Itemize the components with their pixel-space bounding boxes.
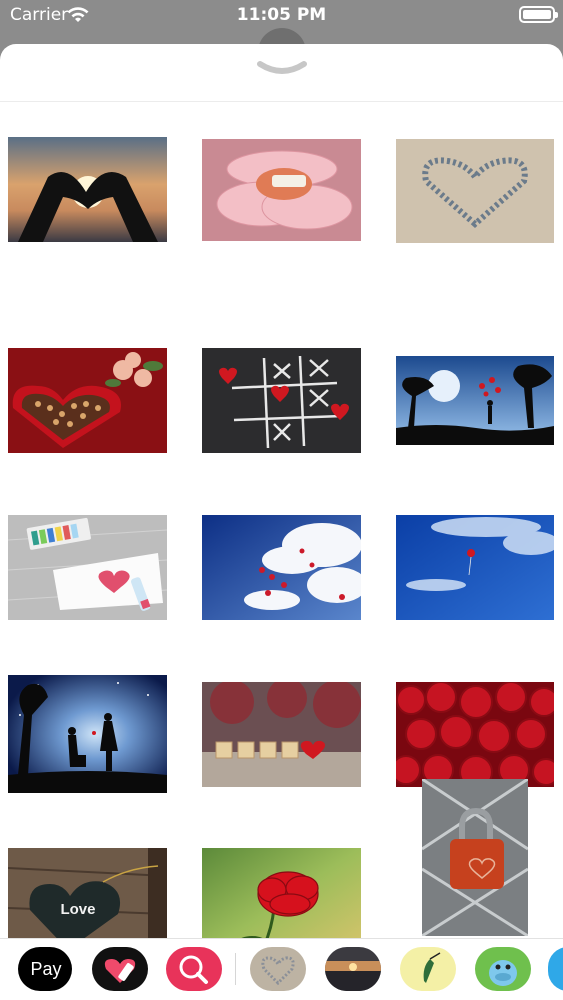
- screen: Carrier 11:05 PM Love Pay: [0, 0, 563, 1000]
- apple-pay-label: Pay: [30, 958, 62, 979]
- grid-image-heart-balloons-sky[interactable]: [202, 515, 361, 620]
- grid-image-silhouette-balloons[interactable]: [396, 356, 554, 445]
- image-picker-sheet: Love: [0, 44, 563, 1000]
- status-bar: Carrier 11:05 PM: [0, 0, 563, 30]
- grid-image-pebble-heart-sand[interactable]: [396, 139, 554, 243]
- grid-image-proposal-silhouette[interactable]: [8, 675, 167, 793]
- sheet-header: [0, 44, 563, 102]
- grid-image-single-balloon-sky[interactable]: [396, 515, 554, 620]
- heart-tag-text: Love: [60, 901, 95, 918]
- tray-divider: [235, 953, 236, 985]
- sunset-app[interactable]: [325, 947, 381, 991]
- hummingbird-app[interactable]: [400, 947, 456, 991]
- grid-image-tic-tac-toe-hearts[interactable]: [202, 348, 361, 453]
- app-drawer: Pay: [0, 938, 563, 1000]
- battery-icon: [519, 6, 558, 23]
- more-app[interactable]: [548, 947, 563, 991]
- grid-image-heart-padlock[interactable]: [422, 779, 528, 936]
- clock: 11:05 PM: [236, 5, 327, 25]
- apple-pay-app[interactable]: Pay: [18, 947, 72, 991]
- love-images-app[interactable]: [250, 947, 306, 991]
- hippo-app[interactable]: [475, 947, 531, 991]
- chevron-down-icon[interactable]: [256, 58, 308, 82]
- grid-image-scrabble-love[interactable]: [202, 682, 361, 787]
- grid-image-red-roses[interactable]: [396, 682, 554, 787]
- grid-image-love-daisy[interactable]: [202, 139, 361, 241]
- heart-stickers-app[interactable]: [92, 947, 148, 991]
- image-grid: Love: [0, 102, 563, 956]
- grid-image-chocolate-box[interactable]: [8, 348, 167, 453]
- grid-image-hands-heart-sunset[interactable]: [8, 137, 167, 242]
- grid-image-crayon-heart-paper[interactable]: [8, 515, 167, 620]
- image-search-app[interactable]: [166, 947, 222, 991]
